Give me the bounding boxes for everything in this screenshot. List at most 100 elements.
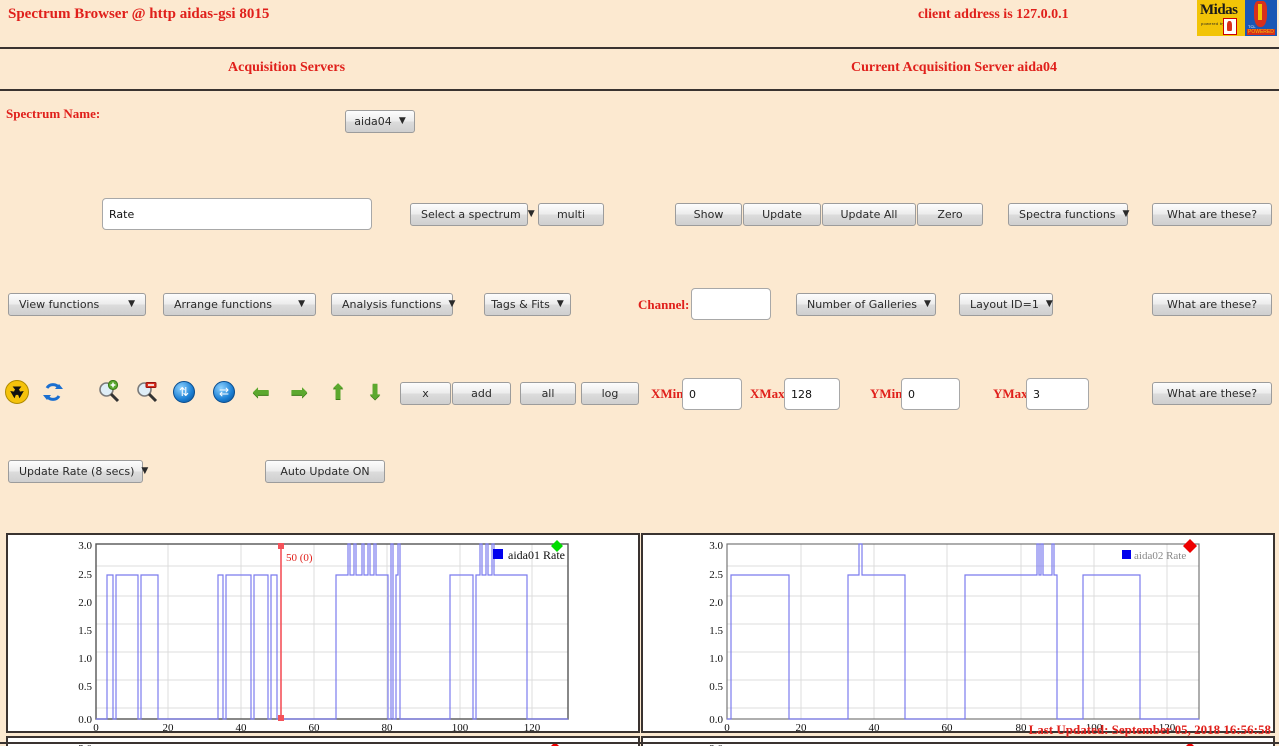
ymin-input[interactable] [901, 378, 960, 410]
add-button[interactable]: add [452, 382, 511, 405]
svg-text:3.0: 3.0 [709, 540, 723, 552]
ymax-input[interactable] [1026, 378, 1089, 410]
svg-text:80: 80 [382, 722, 394, 731]
tcl-logo-subtext: POWERED [1247, 29, 1275, 35]
svg-text:0.0: 0.0 [709, 714, 723, 726]
svg-text:50 (0): 50 (0) [286, 552, 313, 564]
svg-text:0: 0 [93, 722, 99, 731]
channel-label: Channel: [638, 297, 690, 312]
chevron-down-icon: ▼ [556, 299, 564, 309]
page-title: Spectrum Browser @ http aidas-gsi 8015 [8, 6, 270, 22]
view-functions-dropdown[interactable]: View functions ▼ [8, 293, 146, 316]
header: Spectrum Browser @ http aidas-gsi 8015 c… [0, 0, 1279, 47]
chevron-down-icon: ▼ [1045, 299, 1053, 309]
number-of-galleries-dropdown[interactable]: Number of Galleries ▼ [796, 293, 936, 316]
svg-text:1.0: 1.0 [709, 653, 723, 665]
view-functions-label: View functions [19, 298, 100, 311]
arrange-functions-dropdown[interactable]: Arrange functions ▼ [163, 293, 316, 316]
arrow-down-icon[interactable]: ⬇ [362, 379, 388, 405]
svg-text:aida02 Rate: aida02 Rate [1134, 550, 1186, 562]
last-updated-text: Last Updated: September 05, 2018 16:56:5… [1028, 722, 1271, 737]
zoom-in-icon[interactable] [96, 379, 122, 405]
svg-text:100: 100 [452, 722, 469, 731]
svg-text:20: 20 [796, 722, 808, 731]
xmax-input[interactable] [784, 378, 840, 410]
xmax-label: XMax [750, 386, 785, 401]
auto-update-button[interactable]: Auto Update ON [265, 460, 385, 483]
tags-and-fits-dropdown[interactable]: Tags & Fits ▼ [484, 293, 571, 316]
analysis-functions-label: Analysis functions [342, 298, 442, 311]
compress-vertical-icon[interactable]: ⇄ [211, 379, 237, 405]
arrow-up-glyph: ⬆ [329, 380, 347, 404]
svg-text:1.5: 1.5 [78, 625, 92, 637]
divider-bottom [0, 742, 1279, 744]
icon-toolbar-row: ⇅ ⇄ ⬅ ➡ ⬆ ⬇ x add all log XMin XMax YMin… [0, 181, 1279, 410]
svg-text:0: 0 [724, 722, 730, 731]
svg-text:20: 20 [163, 722, 175, 731]
analysis-functions-dropdown[interactable]: Analysis functions ▼ [331, 293, 455, 316]
tcl-logo: TCL POWERED [1245, 0, 1277, 36]
ymin-label: YMin [870, 386, 903, 401]
functions-row: View functions ▼ Arrange functions ▼ Ana… [0, 136, 1279, 320]
svg-text:1.0: 1.0 [78, 653, 92, 665]
client-address-text: client address is 127.0.0.1 [918, 7, 1069, 22]
chart-svg-aida01: 50 (0) 3.0 2.5 2.0 1.5 1.0 0.5 0.0 0 20 40 60 8… [78, 540, 569, 731]
all-button[interactable]: all [520, 382, 576, 405]
update-rate-row: Update Rate (8 secs) ▼ Auto Update ON [0, 220, 1279, 483]
chart-svg-aida02: 3.02.52.0 1.51.00.5 0.0 0 20 40 60 80 100 12… [709, 539, 1200, 731]
radioactive-icon[interactable] [4, 379, 30, 405]
what-are-these-button-2[interactable]: What are these? [1152, 293, 1272, 316]
midas-logo: Midas powered by [1197, 0, 1245, 36]
xmin-label: XMin [651, 386, 684, 401]
midas-logo-text: Midas [1200, 2, 1238, 18]
svg-text:80: 80 [1016, 722, 1028, 731]
current-acquisition-server-text: Current Acquisition Server aida04 [851, 60, 1057, 75]
svg-text:3.0: 3.0 [78, 540, 92, 552]
compress-vertical-glyph: ⇄ [213, 381, 235, 403]
expand-vertical-icon[interactable]: ⇅ [171, 379, 197, 405]
arrow-right-glyph: ➡ [290, 380, 308, 404]
update-rate-dropdown[interactable]: Update Rate (8 secs) ▼ [8, 460, 148, 483]
arrange-functions-label: Arrange functions [174, 298, 273, 311]
svg-text:2.5: 2.5 [709, 569, 723, 581]
spectrum-name-row: Spectrum Name: Select a spectrum ▼ multi… [0, 91, 1279, 230]
ymax-label: YMax [993, 386, 1028, 401]
spectrum-browser-page: Spectrum Browser @ http aidas-gsi 8015 c… [0, 0, 1279, 746]
svg-text:60: 60 [309, 722, 321, 731]
xmin-input[interactable] [682, 378, 742, 410]
chart-panel-aida03[interactable]: 3.02.52.0 1.51.00.5 0.0 02040 6080100 12… [6, 736, 640, 746]
chevron-down-icon: ▼ [924, 299, 931, 309]
expand-vertical-glyph: ⇅ [173, 381, 195, 403]
tags-and-fits-label: Tags & Fits [491, 298, 550, 311]
what-are-these-button-3[interactable]: What are these? [1152, 382, 1272, 405]
arrow-down-glyph: ⬇ [366, 380, 384, 404]
layout-id-label: Layout ID=1 [970, 298, 1039, 311]
cursor-marker: 50 (0) [278, 543, 313, 721]
midas-logo-subtext: powered by [1201, 21, 1225, 26]
x-button[interactable]: x [400, 382, 451, 405]
svg-text:40: 40 [236, 722, 248, 731]
log-button[interactable]: log [581, 382, 639, 405]
svg-text:2.0: 2.0 [709, 597, 723, 609]
acquisition-row: Acquisition Servers aida04 ▼ Current Acq… [0, 49, 1279, 133]
chart-panel-aida01[interactable]: 50 (0) 3.0 2.5 2.0 1.5 1.0 0.5 0.0 0 20 40 60 8… [6, 533, 640, 733]
svg-text:120: 120 [524, 722, 541, 731]
svg-text:2.0: 2.0 [78, 597, 92, 609]
bottom-toolbar: Empty Log Window Send Log Window to ELog… [0, 258, 1279, 294]
svg-text:2.5: 2.5 [78, 569, 92, 581]
arrow-right-icon[interactable]: ➡ [286, 379, 312, 405]
svg-text:0.0: 0.0 [78, 714, 92, 726]
zoom-out-icon[interactable] [134, 379, 160, 405]
svg-text:60: 60 [942, 722, 954, 731]
chart-panel-aida02[interactable]: 3.0 2.5 2.0 1.5 1.0 0.5 0.0 0 20 40 60 80 100 12… [641, 533, 1275, 733]
chevron-down-icon: ▼ [298, 299, 305, 309]
arrow-left-icon[interactable]: ⬅ [248, 379, 274, 405]
refresh-icon[interactable] [40, 379, 66, 405]
layout-id-dropdown[interactable]: Layout ID=1 ▼ [959, 293, 1053, 316]
spectrum-name-label: Spectrum Name: [6, 106, 101, 121]
acquisition-servers-label: Acquisition Servers [228, 60, 346, 75]
flame-icon [1223, 18, 1237, 35]
svg-text:0.5: 0.5 [78, 681, 92, 693]
arrow-up-icon[interactable]: ⬆ [325, 379, 351, 405]
chevron-down-icon: ▼ [128, 299, 135, 309]
